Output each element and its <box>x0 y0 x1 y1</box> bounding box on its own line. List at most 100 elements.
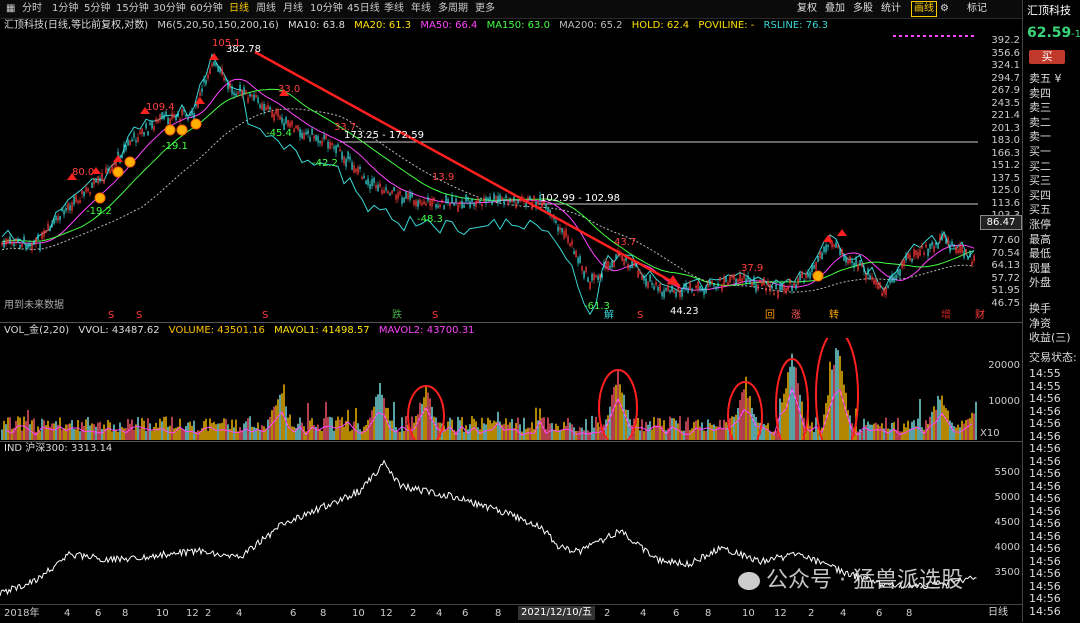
volume-bar <box>661 425 663 440</box>
volume-bar <box>111 431 113 440</box>
period-tab-intraday[interactable]: 分时 <box>22 2 42 16</box>
period-tab-daily[interactable]: 日线 <box>229 2 249 16</box>
draw-line-button[interactable]: 画线 <box>911 1 937 17</box>
volume-bar <box>297 423 299 440</box>
volume-bar <box>755 416 757 440</box>
volume-bar <box>33 418 35 440</box>
time-tick: 10 <box>352 608 365 619</box>
volume-bar <box>903 423 905 440</box>
period-tab-quarter[interactable]: 季线 <box>384 2 404 16</box>
volume-bar <box>353 421 355 440</box>
volume-bar <box>3 420 5 440</box>
volume-bar <box>863 418 865 440</box>
multi-stock-button[interactable]: 多股 <box>853 2 873 16</box>
ma200-value: MA200: 65.2 <box>559 20 623 31</box>
volume-bar <box>127 418 129 440</box>
volume-bar <box>935 409 937 440</box>
volume-bar <box>11 428 13 440</box>
volume-bar <box>107 419 109 440</box>
volume-bar <box>765 425 767 440</box>
pattern-icon <box>164 124 176 136</box>
volume-chart[interactable] <box>0 338 980 440</box>
time-tick: 10 <box>742 608 755 619</box>
period-tab-10min[interactable]: 10分钟 <box>310 2 343 16</box>
quote-row: 外盘 <box>1029 276 1051 290</box>
volume-bar <box>343 426 345 440</box>
volume-bar <box>787 372 789 440</box>
price-tick: 392.2 <box>991 35 1020 46</box>
stats-button[interactable]: 统计 <box>881 2 901 16</box>
period-tab-more[interactable]: 更多 <box>475 2 495 16</box>
volume-bar <box>45 425 47 440</box>
volume-bar <box>905 427 907 440</box>
volume-bar <box>179 418 181 440</box>
volume-bar <box>971 412 973 440</box>
period-tab-monthly[interactable]: 月线 <box>283 2 303 16</box>
volume-bar <box>601 431 603 440</box>
period-tab-1min[interactable]: 1分钟 <box>52 2 78 16</box>
future-data-note: 用到未来数据 <box>4 298 64 311</box>
volume-bar <box>207 430 209 440</box>
volume-bar <box>27 410 29 440</box>
volume-bar <box>735 414 737 440</box>
buy-button[interactable]: 买 <box>1029 50 1065 64</box>
volume-bar <box>785 388 787 440</box>
time-tick: 2 <box>808 608 815 619</box>
volume-bar <box>257 422 259 440</box>
mark-button[interactable]: 标记 <box>967 2 987 16</box>
volume-bar <box>205 418 207 440</box>
volume-bar <box>335 420 337 440</box>
volume-bar <box>155 422 157 440</box>
adjust-button[interactable]: 复权 <box>797 2 817 16</box>
volume-bar <box>253 426 255 440</box>
volume-bar <box>69 423 71 440</box>
volume-bar <box>859 429 861 440</box>
volume-bar <box>31 420 33 440</box>
volume-bar <box>943 405 945 440</box>
volume-bar <box>377 394 379 440</box>
volume-bar <box>239 427 241 440</box>
volume-bar <box>165 416 167 440</box>
volume-bar <box>667 428 669 440</box>
volume-bar <box>225 419 227 440</box>
period-tab-45day[interactable]: 45日线 <box>347 2 380 16</box>
time-tick: 8 <box>906 608 913 619</box>
ann-109: 109.4 <box>146 102 175 113</box>
price-chart[interactable]: 382.78 173.25 - 172.59 102.99 - 102.98 4… <box>0 32 1022 320</box>
quote-row: 买五 <box>1029 203 1051 217</box>
settings-icon[interactable]: ⚙ <box>940 2 949 16</box>
volume-bar <box>221 422 223 440</box>
period-button[interactable]: 日线 <box>988 606 1008 620</box>
volume-bar <box>35 431 37 440</box>
period-tab-30min[interactable]: 30分钟 <box>153 2 186 16</box>
period-tab-weekly[interactable]: 周线 <box>256 2 276 16</box>
period-tab-year[interactable]: 年线 <box>411 2 431 16</box>
volume-bar <box>339 419 341 440</box>
volume-bar <box>115 429 117 440</box>
ma10-value: MA10: 63.8 <box>287 20 345 31</box>
volume-bar <box>341 417 343 440</box>
quote-row: 卖五 ¥ <box>1029 72 1062 85</box>
volume-bar <box>809 425 811 440</box>
period-tab-15min[interactable]: 15分钟 <box>116 2 149 16</box>
volume-bar <box>371 410 373 440</box>
price-tick: 243.5 <box>991 97 1020 109</box>
cursor-date: 2021/12/10/五 <box>518 606 596 620</box>
idx-axis-4500: 4500 <box>994 517 1020 528</box>
period-tab-60min[interactable]: 60分钟 <box>190 2 223 16</box>
trend-arrow[interactable] <box>254 50 681 288</box>
volume-bar <box>463 431 465 440</box>
volume-bar <box>47 420 49 440</box>
price-tick: 356.6 <box>991 47 1020 59</box>
event-mark: S <box>108 310 114 320</box>
volume-bar <box>955 427 957 440</box>
volume-bar <box>861 430 863 440</box>
grid-icon[interactable]: ▦ <box>6 2 15 16</box>
price-tick: 46.75 <box>991 297 1020 309</box>
volume-bar <box>15 420 17 440</box>
period-tab-multi[interactable]: 多周期 <box>438 2 468 16</box>
volume-bar <box>699 426 701 440</box>
overlay-button[interactable]: 叠加 <box>825 2 845 16</box>
period-tab-5min[interactable]: 5分钟 <box>84 2 110 16</box>
volume-bar <box>639 430 641 440</box>
